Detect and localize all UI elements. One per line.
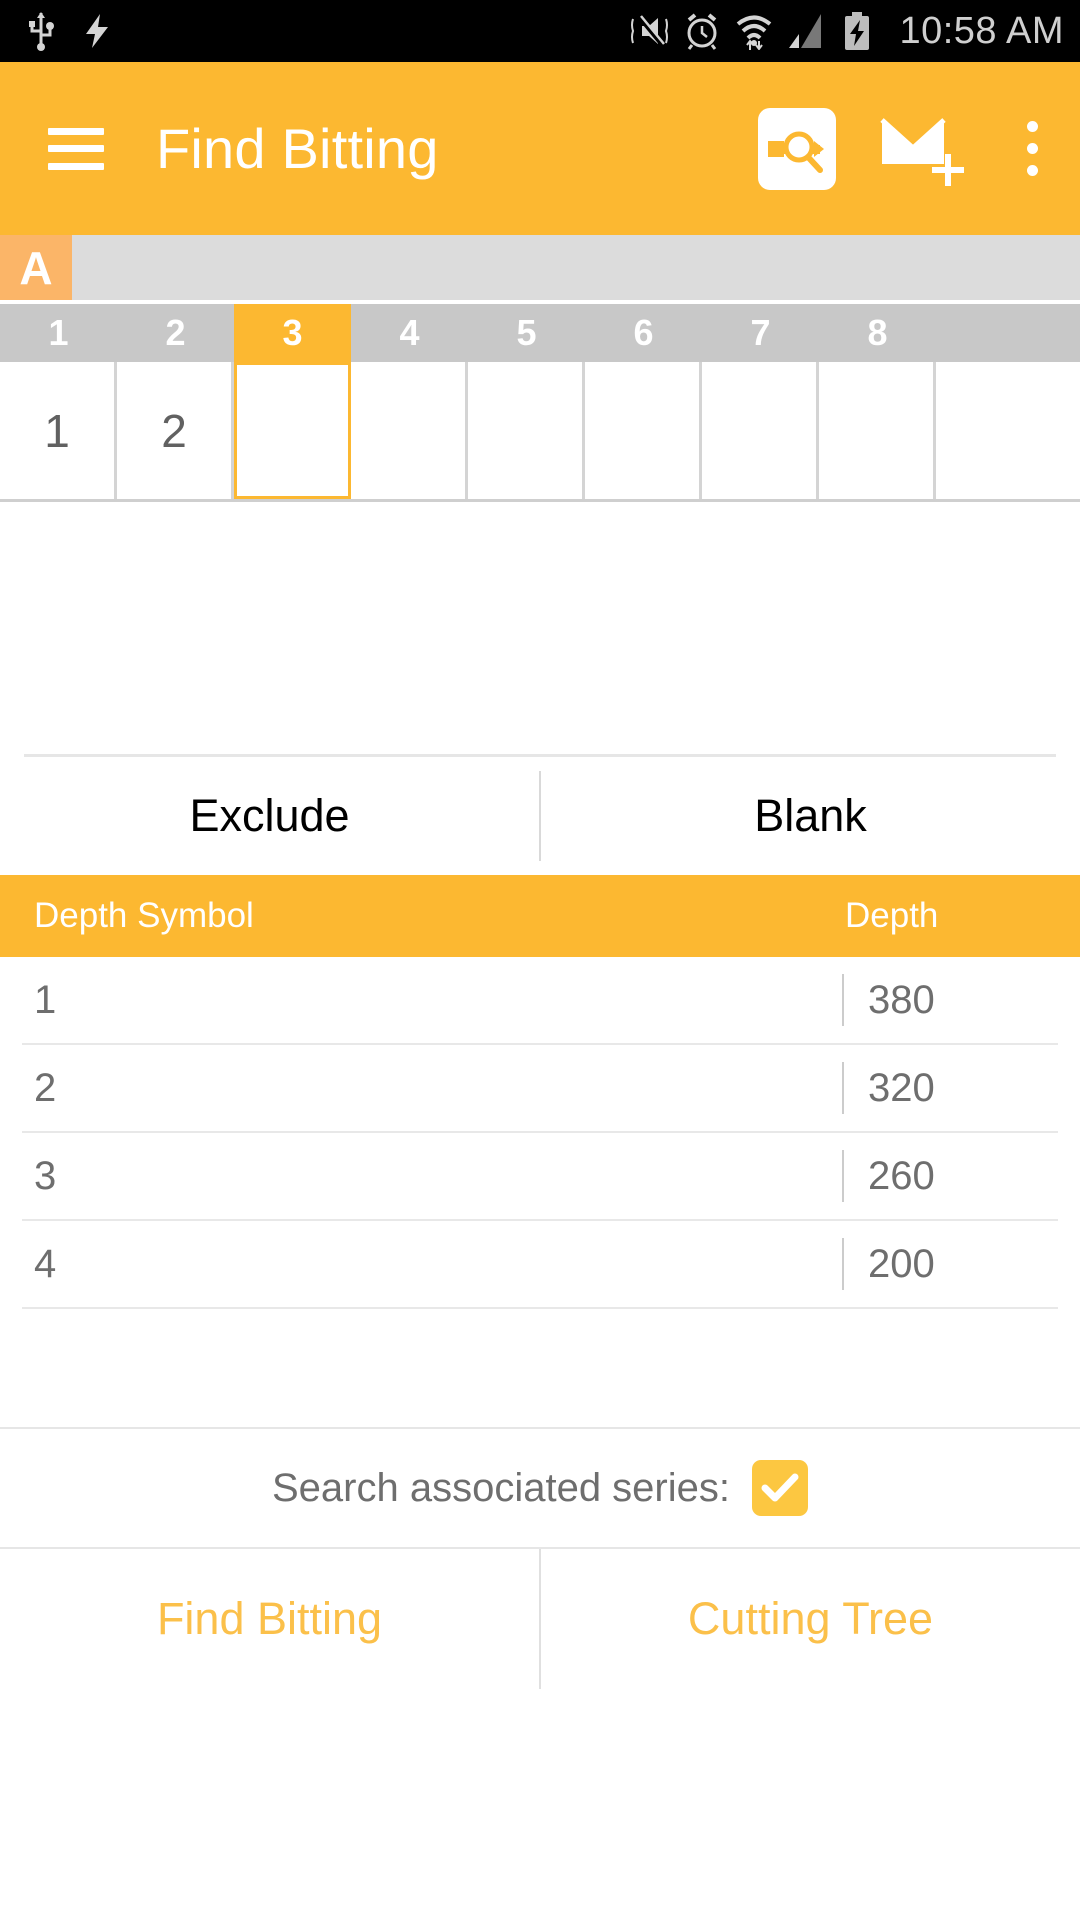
depth-row-divider: [842, 1238, 844, 1290]
depth-row-symbol: 4: [34, 1241, 57, 1286]
depth-row-value: 380: [868, 977, 935, 1022]
cell-a4[interactable]: [351, 362, 468, 499]
app-bar: Find Bitting: [0, 62, 1080, 235]
column-header-2[interactable]: 2: [117, 304, 234, 362]
charging-bolt-icon: [84, 13, 110, 49]
depth-row-divider-wrap: 320: [842, 1062, 1058, 1114]
cell-a2[interactable]: 2: [117, 362, 234, 499]
hamburger-menu-icon[interactable]: [48, 127, 104, 170]
column-header-1[interactable]: 1: [0, 304, 117, 362]
cell-a8[interactable]: [819, 362, 936, 499]
search-series-label: Search associated series:: [271, 1465, 730, 1510]
depth-row-divider: [842, 1062, 844, 1114]
column-header-7[interactable]: 7: [702, 304, 819, 362]
spreadsheet: A 1 2 3 4 5 6 7 8 1 2: [0, 235, 1080, 754]
depth-row-symbol: 2: [34, 1065, 57, 1110]
app-bar-actions: [758, 106, 1052, 192]
depth-table-header: Depth Symbol Depth: [0, 875, 1080, 957]
depth-row-symbol: 1: [34, 977, 57, 1022]
blank-button[interactable]: Blank: [541, 757, 1080, 875]
depth-table-empty-area: [0, 1309, 1080, 1427]
depth-row-divider-wrap: 380: [842, 974, 1058, 1026]
usb-icon: [28, 11, 54, 51]
cell-a7[interactable]: [702, 362, 819, 499]
spreadsheet-row-header-fill: [72, 235, 1080, 300]
depth-row-value: 320: [868, 1065, 935, 1110]
exclude-button[interactable]: Exclude: [0, 757, 539, 875]
wifi-data-icon: [734, 12, 774, 50]
depth-row-symbol: 3: [34, 1153, 57, 1198]
bottom-button-bar: Find Bitting Cutting Tree: [0, 1547, 1080, 1689]
search-series-row: Search associated series:: [0, 1427, 1080, 1547]
depth-table-header-depth: Depth: [845, 896, 939, 935]
spreadsheet-row-label[interactable]: A: [0, 235, 72, 300]
envelope-plus-icon[interactable]: [876, 106, 972, 192]
page-title: Find Bitting: [156, 117, 439, 180]
status-bar-clock: 10:58 AM: [899, 9, 1064, 52]
table-row[interactable]: 2 320: [22, 1045, 1058, 1133]
signal-icon: [787, 12, 829, 50]
spreadsheet-empty-area: [0, 502, 1080, 754]
battery-charging-icon: [842, 11, 872, 51]
spreadsheet-row-a: 1 2: [0, 362, 1080, 502]
search-series-checkbox[interactable]: [752, 1460, 808, 1516]
table-row[interactable]: 1 380: [22, 957, 1058, 1045]
vibrate-mute-icon: [630, 13, 670, 49]
depth-table: Depth Symbol Depth 1 380 2 320 3 260 4 2…: [0, 875, 1080, 1427]
find-bitting-button[interactable]: Find Bitting: [0, 1549, 539, 1689]
depth-row-value: 200: [868, 1241, 935, 1286]
cell-a6[interactable]: [585, 362, 702, 499]
column-header-4[interactable]: 4: [351, 304, 468, 362]
status-bar-left-icons: [28, 11, 110, 51]
status-bar: 10:58 AM: [0, 0, 1080, 62]
column-header-5[interactable]: 5: [468, 304, 585, 362]
action-button-row: Exclude Blank: [0, 757, 1080, 875]
cell-a5[interactable]: [468, 362, 585, 499]
column-header-3[interactable]: 3: [234, 304, 351, 362]
status-bar-right-icons: 10:58 AM: [630, 10, 1064, 53]
column-header-6[interactable]: 6: [585, 304, 702, 362]
spreadsheet-column-headers: 1 2 3 4 5 6 7 8: [0, 304, 1080, 362]
key-search-icon[interactable]: [758, 107, 836, 190]
alarm-icon: [683, 12, 721, 50]
depth-row-divider-wrap: 200: [842, 1238, 1058, 1290]
depth-table-header-symbol: Depth Symbol: [34, 896, 254, 935]
depth-row-divider: [842, 1150, 844, 1202]
table-row[interactable]: 3 260: [22, 1133, 1058, 1221]
cell-a1[interactable]: 1: [0, 362, 117, 499]
depth-row-divider: [842, 974, 844, 1026]
spreadsheet-row-header-bar: A: [0, 235, 1080, 300]
depth-row-value: 260: [868, 1153, 935, 1198]
cell-a3[interactable]: [234, 362, 351, 499]
checkmark-icon: [761, 1473, 799, 1502]
overflow-menu-icon[interactable]: [1012, 109, 1052, 189]
table-row[interactable]: 4 200: [22, 1221, 1058, 1309]
cutting-tree-button[interactable]: Cutting Tree: [541, 1549, 1080, 1689]
column-header-8[interactable]: 8: [819, 304, 936, 362]
depth-row-divider-wrap: 260: [842, 1150, 1058, 1202]
